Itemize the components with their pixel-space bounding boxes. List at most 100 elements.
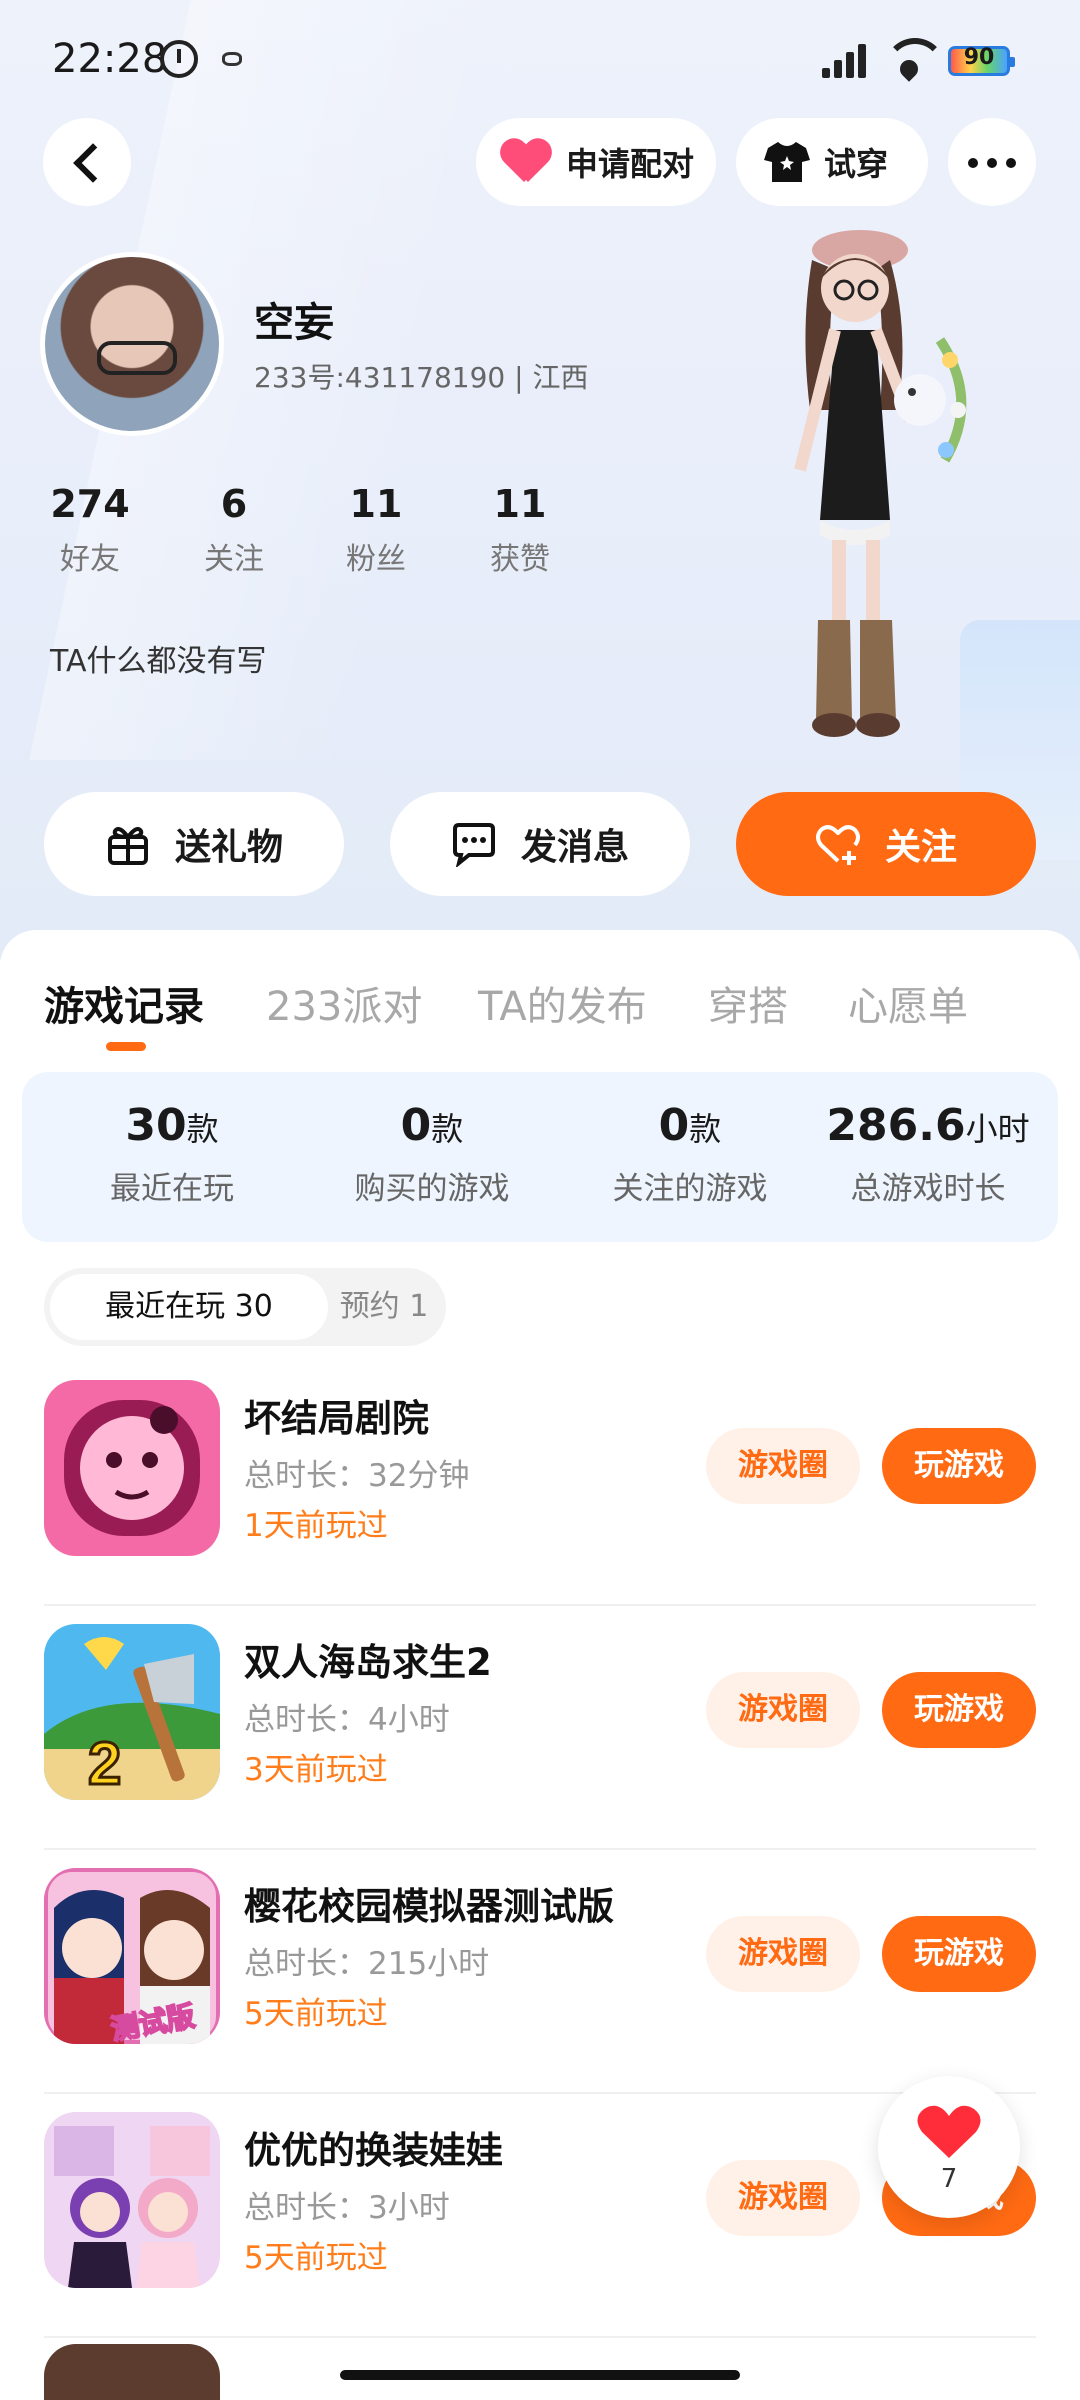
game-duration: 总时长：32分钟 [244,1458,470,1494]
user-name: 空妄 [254,300,334,346]
play-game-button[interactable]: 玩游戏 [882,1428,1036,1504]
stat-value: 11 [493,482,547,526]
game-icon-bad-ending-theater[interactable] [44,1380,220,1556]
signal-icon [822,40,876,78]
game-icon-partial[interactable] [44,2344,220,2400]
apply-match-button[interactable]: 申请配对 [476,118,716,206]
stat-likes[interactable]: 11 获赞 [470,482,570,578]
summary-caption: 最近在玩 [110,1171,234,1207]
game-icon-dress-up-doll[interactable] [44,2112,220,2288]
avatar[interactable] [40,252,224,436]
game-title: 樱花校园模拟器测试版 [244,1885,614,1928]
clock: 22:28 [52,36,168,82]
battery-level: 90 [963,45,995,70]
apply-match-label: 申请配对 [566,145,695,183]
summary-value: 30款 [125,1100,219,1151]
summary-playtime[interactable]: 286.6小时 总游戏时长 [798,1100,1058,1208]
summary-caption: 总游戏时长 [850,1171,1006,1207]
game-filter: 最近在玩 30 预约 1 [44,1268,446,1346]
summary-value: 0款 [400,1100,464,1151]
battery-icon: 90 [948,45,1015,76]
like-fab[interactable]: 7 [878,2076,1020,2218]
summary-caption: 关注的游戏 [612,1171,768,1207]
summary-caption: 购买的游戏 [354,1171,510,1207]
stat-value: 274 [50,482,130,526]
stat-label: 获赞 [490,542,550,577]
tab-outfits[interactable]: 穿搭 [708,974,788,1032]
send-gift-label: 送礼物 [174,827,283,868]
filter-recent-chip[interactable]: 最近在玩 30 [50,1274,328,1340]
game-row[interactable]: 2 双人海岛求生2 总时长：4小时 3天前玩过 游戏圈 玩游戏 [0,1606,1080,1850]
dot [1006,158,1016,168]
game-title: 优优的换装娃娃 [244,2129,503,2172]
follow-button[interactable]: 关注 [736,792,1036,896]
game-circle-button[interactable]: 游戏圈 [706,1916,860,1992]
tab-wishlist[interactable]: 心愿单 [848,974,968,1032]
chat-bubble-icon [451,821,497,869]
game-title: 坏结局剧院 [244,1397,429,1440]
game-row[interactable]: 测试版 樱花校园模拟器测试版 总时长：215小时 5天前玩过 游戏圈 玩游戏 [0,1850,1080,2094]
summary-followed[interactable]: 0款 关注的游戏 [560,1100,820,1208]
bio-text: TA什么都没有写 [50,644,267,679]
stat-friends[interactable]: 274 好友 [40,482,140,578]
game-summary: 30款 最近在玩 0款 购买的游戏 0款 关注的游戏 286.6小时 总游戏时长 [22,1072,1058,1242]
game-duration: 总时长：4小时 [244,1702,450,1738]
game-row[interactable]: 坏结局剧院 总时长：32分钟 1天前玩过 游戏圈 玩游戏 [0,1362,1080,1606]
shirt-icon [764,140,810,184]
try-on-label: 试穿 [824,145,889,183]
game-circle-button[interactable]: 游戏圈 [706,1672,860,1748]
row-divider [44,2336,1036,2338]
game-last-played: 5天前玩过 [244,2240,388,2276]
wifi-icon [884,38,946,78]
game-duration: 总时长：215小时 [244,1946,490,1982]
play-game-button[interactable]: 玩游戏 [882,1916,1036,1992]
notification-icon [222,52,242,66]
alarm-icon [160,40,198,78]
tab-game-records[interactable]: 游戏记录 [44,974,204,1032]
active-tab-indicator [106,1042,146,1051]
stat-value: 11 [349,482,403,526]
game-icon-badge: 2 [88,1730,121,1797]
stat-following[interactable]: 6 关注 [184,482,284,578]
tab-posts[interactable]: TA的发布 [478,974,647,1032]
status-bar: 22:28 90 [0,0,1080,120]
send-gift-button[interactable]: 送礼物 [44,792,344,896]
game-title: 双人海岛求生2 [244,1641,492,1684]
dot [968,158,978,168]
game-last-played: 5天前玩过 [244,1996,388,2032]
send-message-label: 发消息 [520,827,629,868]
heart-icon [500,140,552,184]
summary-value: 286.6小时 [826,1100,1030,1151]
avatar-character-figure[interactable] [740,220,1040,780]
game-circle-button[interactable]: 游戏圈 [706,2160,860,2236]
play-game-button[interactable]: 玩游戏 [882,1672,1036,1748]
summary-value: 0款 [658,1100,722,1151]
game-last-played: 3天前玩过 [244,1752,388,1788]
tab-233-party[interactable]: 233派对 [266,974,422,1032]
stat-label: 好友 [60,542,120,577]
back-button[interactable] [43,118,131,206]
user-id-location: 233号:431178190 | 江西 [254,361,589,394]
home-indicator[interactable] [340,2370,740,2380]
follow-label: 关注 [884,827,957,868]
try-on-button[interactable]: 试穿 [736,118,928,206]
game-icon-island-survival-2[interactable]: 2 [44,1624,220,1800]
like-count: 7 [940,2164,958,2194]
heart-icon [917,2105,981,2158]
game-duration: 总时长：3小时 [244,2190,450,2226]
game-icon-sakura-school-simulator[interactable]: 测试版 [44,1868,220,2044]
send-message-button[interactable]: 发消息 [390,792,690,896]
heart-plus-icon [815,821,861,867]
stat-label: 粉丝 [346,542,406,577]
filter-reserve-chip[interactable]: 预约 1 [328,1274,440,1340]
stat-fans[interactable]: 11 粉丝 [326,482,426,578]
game-circle-button[interactable]: 游戏圈 [706,1428,860,1504]
summary-purchased[interactable]: 0款 购买的游戏 [302,1100,562,1208]
dot [987,158,997,168]
stat-label: 关注 [204,542,264,577]
gift-icon [105,821,151,867]
summary-recent[interactable]: 30款 最近在玩 [42,1100,302,1208]
game-last-played: 1天前玩过 [244,1508,388,1544]
more-options-button[interactable] [948,118,1036,206]
tab-bar: 游戏记录 233派对 TA的发布 穿搭 心愿单 [0,974,1080,1054]
